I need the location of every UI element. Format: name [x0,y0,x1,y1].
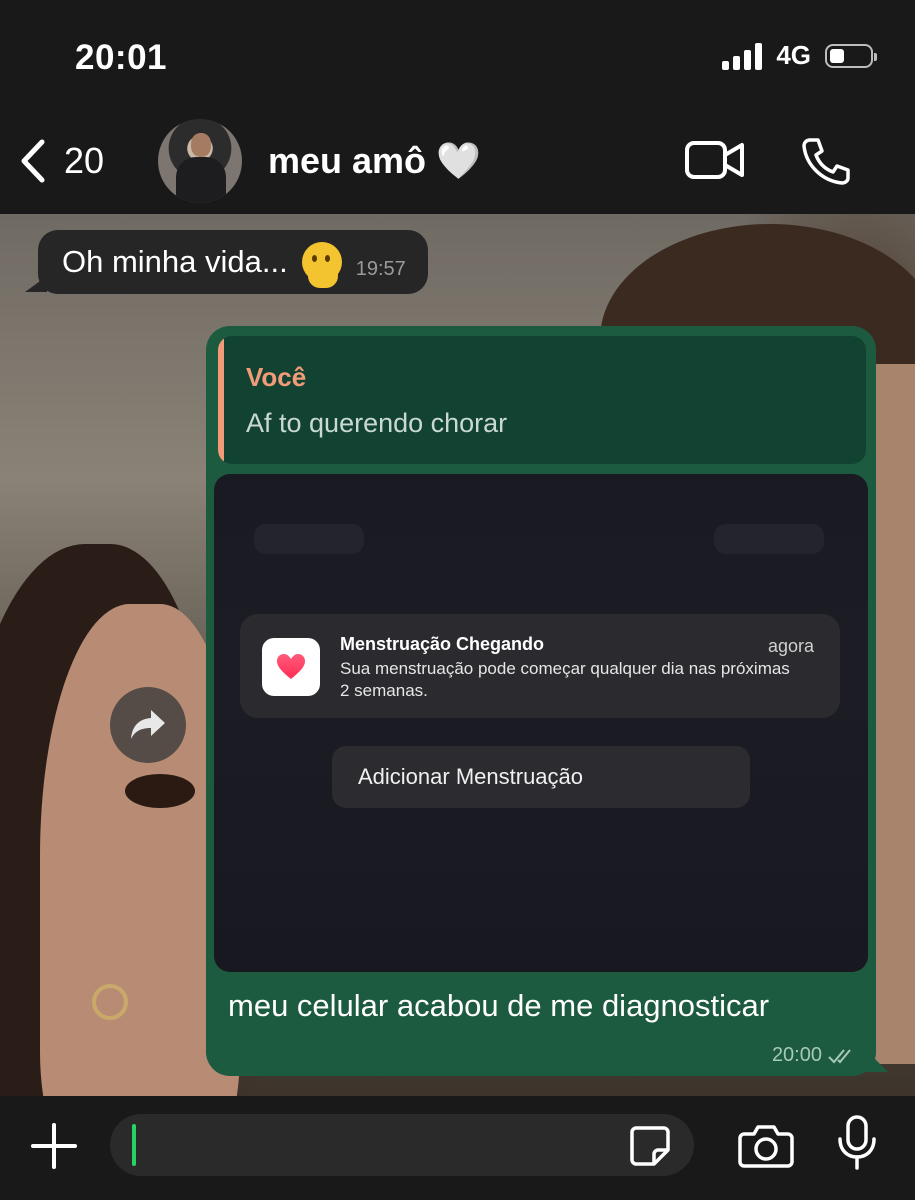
microphone-icon [838,1115,876,1170]
forward-arrow-icon [131,710,165,739]
quote-accent-bar [218,336,224,464]
incoming-message[interactable]: Oh minha vida... 19:57 [38,230,428,294]
outgoing-message-meta: 20:00 [772,1044,856,1067]
avatar[interactable] [158,119,242,203]
notification-card: Menstruação Chegando agora Sua menstruaç… [240,614,840,718]
quote-author: Você [246,362,307,392]
top-bar: 20:01 4G 20 meu amô 🤍 [0,0,915,214]
message-input[interactable] [110,1114,694,1176]
notification-title: Menstruação Chegando [340,634,545,654]
notification-time: agora [767,636,814,656]
battery-icon [825,43,877,68]
network-label: 4G [776,40,811,70]
incoming-message-text: Oh minha vida... [62,244,288,279]
phone-icon [802,138,850,185]
sticker-icon [630,1126,670,1166]
camera-button[interactable] [738,1122,794,1173]
heart-icon [277,654,305,679]
unread-count: 20 [64,140,105,181]
plus-icon [31,1123,77,1169]
double-check-icon [828,1048,851,1063]
incoming-message-time: 19:57 [355,257,406,280]
voice-call-button[interactable] [800,136,852,191]
outgoing-message-text: meu celular acabou de me diagnosticar [228,988,770,1023]
text-cursor [132,1124,136,1166]
add-period-action: Adicionar Menstruação [332,746,750,808]
outgoing-message[interactable]: Você Af to querendo chorar Menstruação C… [206,326,876,1076]
chat-area[interactable]: Oh minha vida... 19:57 Você Af to queren… [0,214,915,1096]
video-camera-icon [685,141,744,179]
microphone-button[interactable] [836,1114,878,1177]
chevron-left-icon [21,139,45,183]
status-time: 20:01 [75,38,168,77]
video-call-button[interactable] [684,139,746,186]
quote-text: Af to querendo chorar [246,408,508,438]
status-icons: 4G [722,40,877,71]
health-app-icon [262,638,320,696]
outgoing-message-time: 20:00 [771,1044,822,1066]
melting-face-emoji-icon [301,242,342,288]
quoted-reply[interactable]: Você Af to querendo chorar [218,336,866,464]
input-bar [0,1096,915,1200]
attach-button[interactable] [30,1122,78,1175]
forward-button[interactable] [110,687,186,763]
image-attachment[interactable]: Menstruação Chegando agora Sua menstruaç… [214,474,868,972]
camera-icon [738,1125,794,1168]
sticker-button[interactable] [628,1124,672,1173]
contact-name[interactable]: meu amô 🤍 [268,140,481,182]
back-button[interactable]: 20 [18,138,104,184]
notification-body: Sua menstruação pode começar qualquer di… [340,659,790,700]
signal-icon [722,42,763,70]
